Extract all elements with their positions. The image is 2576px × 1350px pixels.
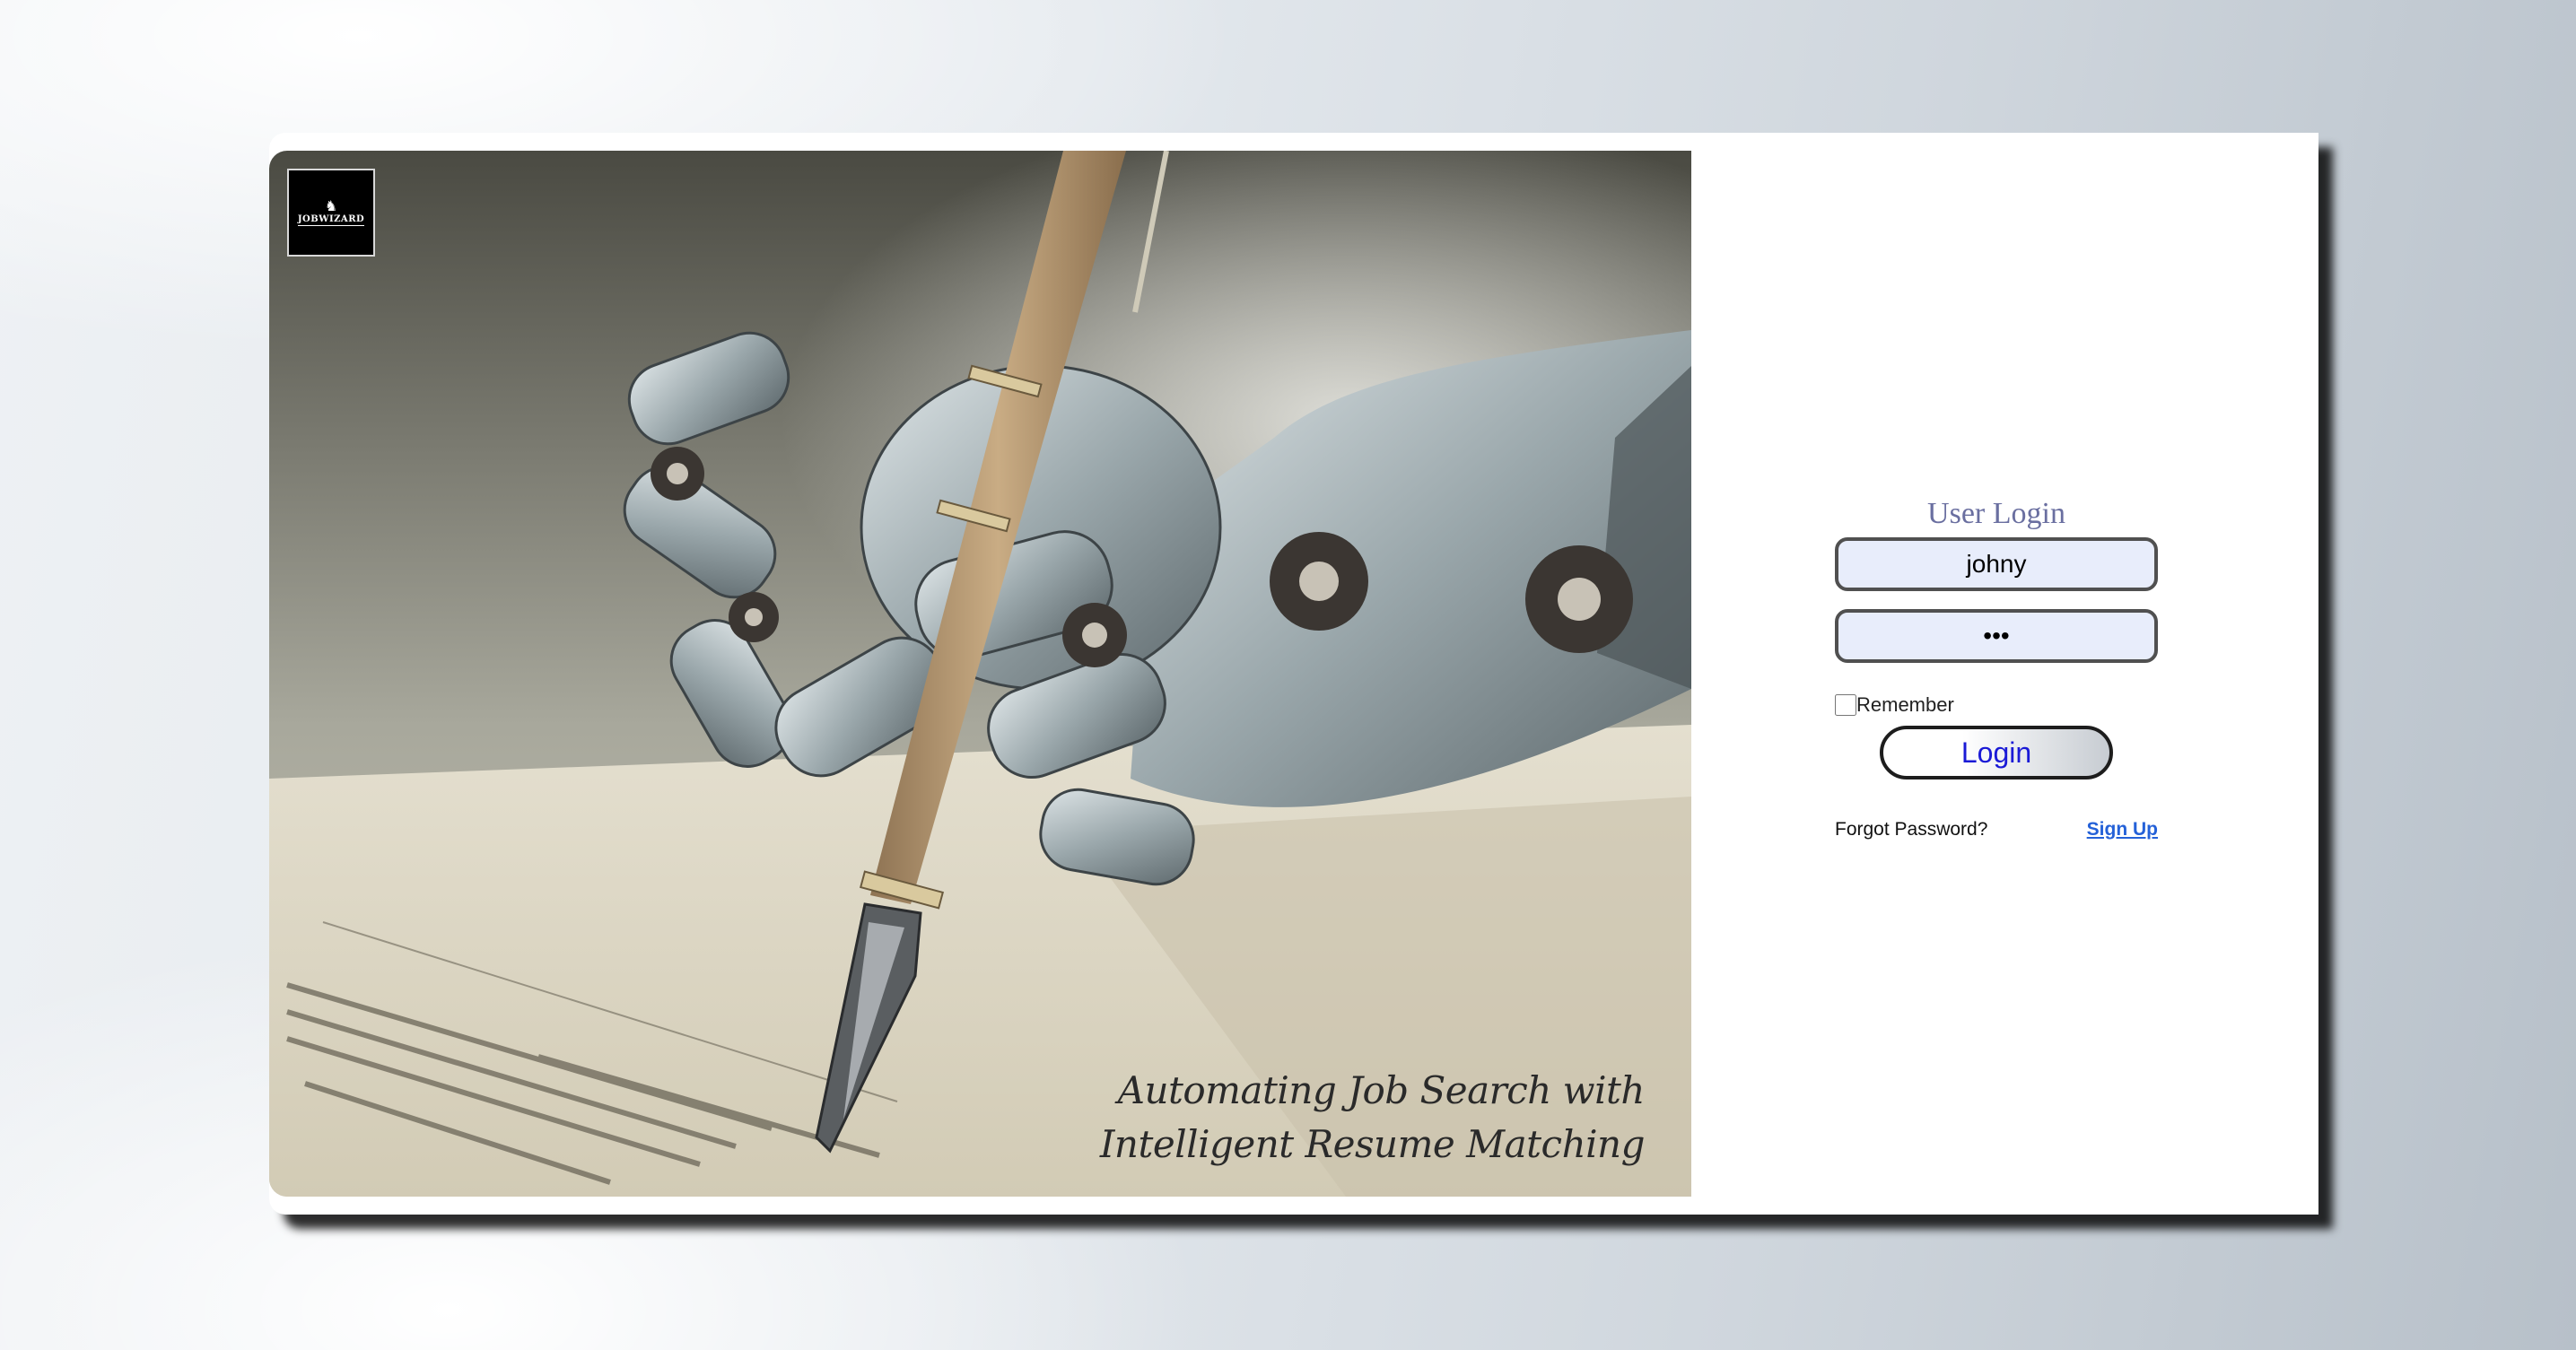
- remember-label: Remember: [1856, 693, 1954, 716]
- forgot-password-link[interactable]: Forgot Password?: [1835, 819, 1987, 840]
- hero-tagline: Automating Job Search with Intelligent R…: [1099, 1064, 1646, 1171]
- password-input[interactable]: [1835, 609, 2158, 663]
- hero-image: ♞ JOBWIZARD Automating Job Search with I…: [269, 151, 1691, 1197]
- jobwizard-logo[interactable]: ♞ JOBWIZARD: [287, 169, 375, 257]
- robot-hand-writing-illustration: [269, 151, 1691, 1197]
- tagline-line-2: Intelligent Resume Matching: [1099, 1122, 1646, 1166]
- username-input[interactable]: [1835, 537, 2158, 591]
- wizard-logo-icon: ♞: [324, 198, 338, 214]
- login-links: Forgot Password? Sign Up: [1835, 819, 2158, 840]
- login-title: User Login: [1927, 497, 2065, 530]
- logo-text: JOBWIZARD: [297, 213, 365, 226]
- remember-checkbox[interactable]: [1835, 694, 1856, 716]
- login-form: User Login Remember Login Forgot Passwor…: [1835, 496, 2158, 840]
- login-card: ♞ JOBWIZARD Automating Job Search with I…: [269, 133, 2318, 1215]
- login-button[interactable]: Login: [1880, 726, 2113, 780]
- sign-up-link[interactable]: Sign Up: [2087, 819, 2158, 840]
- tagline-line-1: Automating Job Search with: [1117, 1068, 1646, 1112]
- remember-row: Remember: [1835, 692, 2158, 719]
